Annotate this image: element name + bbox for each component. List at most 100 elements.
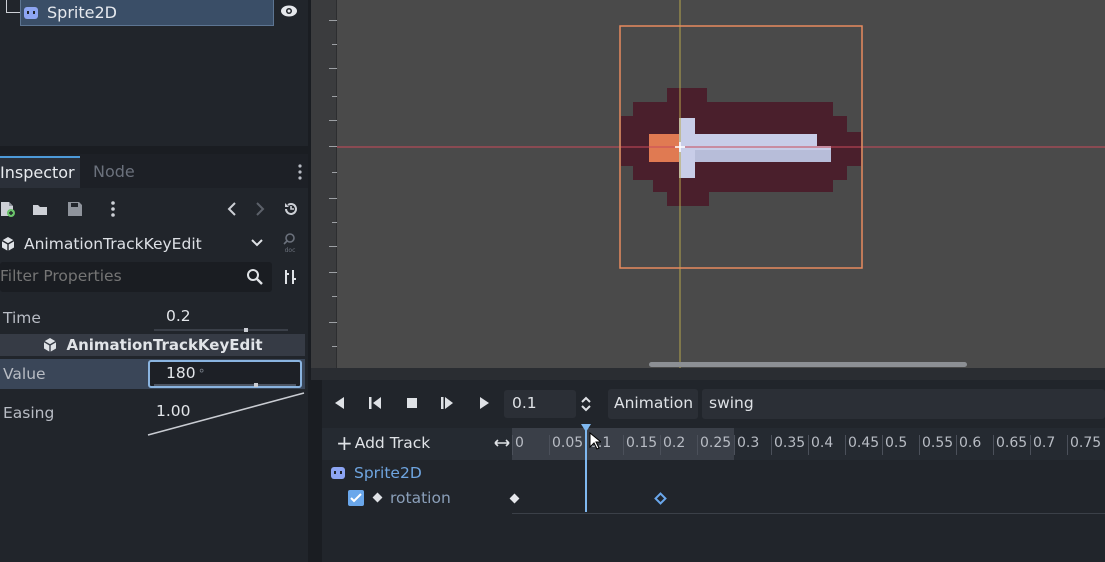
more-options-icon[interactable] bbox=[104, 200, 122, 218]
property-value-label: Value bbox=[3, 365, 46, 383]
play-from-start-icon[interactable] bbox=[440, 395, 456, 411]
property-easing-label: Easing bbox=[3, 404, 55, 422]
animation-time-field[interactable]: 0.1 bbox=[504, 390, 576, 418]
inspector-tab-bar: Inspector Node bbox=[0, 154, 308, 188]
tree-connector bbox=[6, 12, 20, 13]
object-cube-icon bbox=[44, 338, 57, 352]
tab-inspector[interactable]: Inspector bbox=[0, 156, 80, 188]
viewport-hscroll-thumb[interactable] bbox=[649, 362, 967, 367]
timeline-label: 0.55 bbox=[919, 435, 953, 455]
spinbox-arrows-icon[interactable] bbox=[579, 395, 593, 413]
play-icon[interactable] bbox=[476, 395, 492, 411]
time-slider-knob[interactable] bbox=[244, 328, 248, 332]
property-time-value[interactable]: 0.2 bbox=[150, 305, 292, 332]
animation-toolbar: 0.1 Animation swing bbox=[322, 386, 1105, 420]
save-icon[interactable] bbox=[66, 200, 84, 218]
new-resource-icon[interactable] bbox=[0, 200, 16, 218]
playhead-handle-icon[interactable] bbox=[581, 424, 591, 432]
track-rotation[interactable]: rotation bbox=[322, 486, 1105, 514]
track-type-diamond-icon bbox=[372, 492, 383, 503]
doc-search-icon[interactable]: doc bbox=[280, 232, 300, 254]
play-backwards-from-end-icon[interactable] bbox=[368, 395, 384, 411]
timeline-label: 0.35 bbox=[771, 435, 805, 455]
keyframe-selected[interactable] bbox=[654, 492, 667, 505]
property-time-text: 0.2 bbox=[166, 307, 191, 325]
timeline-label: 0.05 bbox=[549, 435, 583, 455]
property-value-field[interactable]: 180 ° bbox=[148, 360, 302, 388]
property-time: Time 0.2 bbox=[0, 303, 305, 333]
visibility-eye-icon[interactable] bbox=[280, 4, 298, 18]
property-value-unit: ° bbox=[198, 367, 205, 381]
track-property-label: rotation bbox=[390, 489, 451, 507]
scene-node-label: Sprite2D bbox=[47, 3, 117, 22]
easing-curve-editor[interactable] bbox=[146, 390, 306, 438]
timeline-label: 0.3 bbox=[734, 435, 759, 455]
viewport-hscrollbar[interactable] bbox=[337, 360, 1105, 368]
animation-panel: 0.1 Animation swing + Add Track 0 0.05 0… bbox=[322, 380, 1105, 562]
mouse-cursor-icon bbox=[589, 432, 601, 450]
sprite2d-icon bbox=[24, 6, 38, 19]
track-enabled-checkbox[interactable] bbox=[348, 490, 364, 506]
panel-margin bbox=[311, 380, 322, 562]
filter-properties-input[interactable] bbox=[0, 262, 230, 285]
property-time-label: Time bbox=[3, 309, 41, 327]
scene-node-sprite2d[interactable]: Sprite2D bbox=[20, 0, 274, 26]
history-icon[interactable] bbox=[282, 200, 300, 218]
zoom-fit-icon[interactable] bbox=[494, 437, 510, 449]
value-slider-knob[interactable] bbox=[254, 383, 258, 387]
inspector-toolbar bbox=[0, 196, 308, 224]
timeline-label: 0.2 bbox=[660, 435, 685, 455]
add-track-label: Add Track bbox=[354, 434, 431, 452]
ruler-tick bbox=[329, 322, 337, 323]
play-backwards-icon[interactable] bbox=[332, 395, 348, 411]
stop-icon[interactable] bbox=[404, 395, 420, 411]
timeline-label: 0.5 bbox=[882, 435, 907, 455]
timeline-label: 0.45 bbox=[845, 435, 879, 455]
inspector-panel: Inspector Node AnimationTrackKeyEdit doc… bbox=[0, 154, 308, 562]
property-tools-icon[interactable] bbox=[282, 268, 300, 286]
section-header-label: AnimationTrackKeyEdit bbox=[66, 336, 263, 354]
filter-properties-field[interactable] bbox=[0, 262, 272, 292]
section-header[interactable]: AnimationTrackKeyEdit bbox=[0, 334, 305, 356]
history-forward-icon[interactable] bbox=[250, 200, 268, 218]
add-track-button[interactable]: + Add Track bbox=[336, 433, 431, 453]
timeline-playhead[interactable] bbox=[585, 428, 587, 512]
chevron-down-icon bbox=[251, 239, 263, 247]
vertical-ruler bbox=[311, 0, 337, 374]
time-slider[interactable] bbox=[154, 328, 288, 332]
property-value: Value 180 ° bbox=[0, 359, 305, 389]
timeline-label: 0.6 bbox=[956, 435, 981, 455]
ruler-tick bbox=[329, 20, 337, 21]
sprite2d-icon bbox=[331, 467, 345, 479]
tab-node[interactable]: Node bbox=[93, 162, 135, 181]
ruler-tick bbox=[329, 246, 337, 247]
history-back-icon[interactable] bbox=[224, 200, 242, 218]
scene-tree-panel: Sprite2D bbox=[0, 0, 308, 146]
ruler-tick bbox=[329, 198, 337, 199]
search-icon bbox=[247, 269, 263, 285]
timeline-label: 0.65 bbox=[993, 435, 1027, 455]
ruler-tick bbox=[329, 272, 337, 273]
animation-menu-button[interactable]: Animation bbox=[608, 389, 698, 419]
timeline-label: 0.15 bbox=[623, 435, 657, 455]
track-group-sprite2d[interactable]: Sprite2D bbox=[330, 464, 422, 482]
animation-selector[interactable]: swing bbox=[702, 389, 1105, 419]
timeline-label: 0.25 bbox=[697, 435, 731, 455]
open-folder-icon[interactable] bbox=[31, 200, 49, 218]
inspected-object-selector[interactable]: AnimationTrackKeyEdit bbox=[0, 230, 272, 258]
track-group-label: Sprite2D bbox=[354, 464, 422, 482]
ruler-tick bbox=[329, 68, 337, 69]
object-cube-icon bbox=[1, 237, 15, 251]
panel-divider[interactable] bbox=[311, 368, 1105, 380]
timeline-label: 0.7 bbox=[1030, 435, 1055, 455]
dock-divider[interactable] bbox=[0, 146, 308, 154]
inspected-object-name: AnimationTrackKeyEdit bbox=[24, 235, 202, 253]
keyframe[interactable] bbox=[509, 493, 520, 504]
tree-connector bbox=[6, 0, 7, 12]
kebab-menu-icon[interactable] bbox=[298, 164, 302, 180]
viewport-2d[interactable] bbox=[311, 0, 1105, 374]
timeline-label: 0.75 bbox=[1067, 435, 1101, 455]
timeline-label: 0.4 bbox=[808, 435, 833, 455]
scene-canvas[interactable] bbox=[337, 0, 1105, 374]
value-slider[interactable] bbox=[154, 383, 296, 387]
